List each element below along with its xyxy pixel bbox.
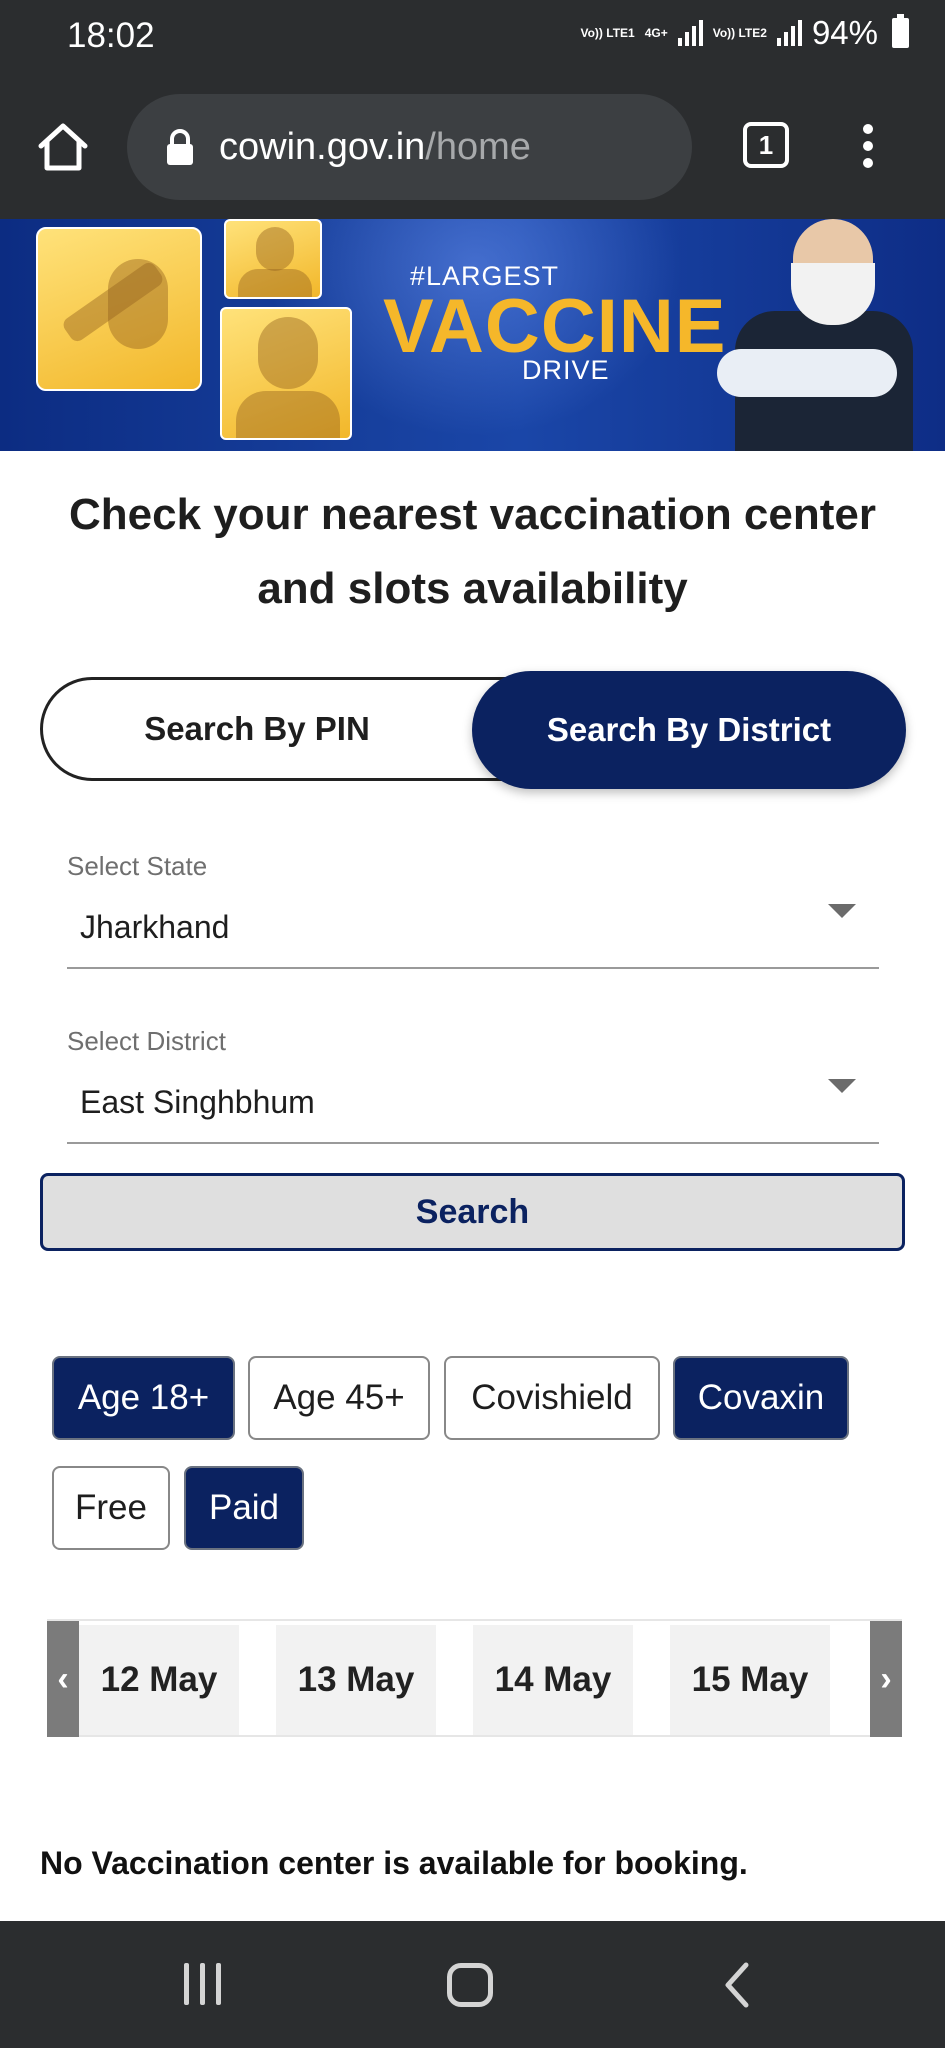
status-indicators: Vo)) LTE1 4G+ Vo)) LTE2 94% <box>580 14 909 52</box>
back-icon[interactable] <box>722 1961 752 2009</box>
url-path: /home <box>425 125 531 168</box>
banner-photo-vaccine-vial <box>36 227 202 391</box>
filter-age-45-chip[interactable]: Age 45+ <box>248 1356 430 1440</box>
banner-subtitle: DRIVE <box>522 355 610 385</box>
browser-toolbar: cowin.gov.in/home 1 <box>0 78 945 219</box>
search-button[interactable]: Search <box>40 1173 905 1251</box>
signal-icon <box>677 20 703 46</box>
hero-banner: #LARGEST VACCINE DRIVE <box>0 219 945 451</box>
filter-covishield-chip[interactable]: Covishield <box>444 1356 660 1440</box>
banner-photo-masked-woman <box>220 307 352 440</box>
signal-icon <box>776 20 802 46</box>
chevron-down-icon[interactable] <box>828 904 856 918</box>
sim1-tag: Vo)) LTE1 <box>580 26 635 40</box>
battery-percent: 94% <box>811 14 878 51</box>
filter-paid-chip[interactable]: Paid <box>184 1466 304 1550</box>
status-bar: 18:02 Vo)) LTE1 4G+ Vo)) LTE2 94% <box>0 0 945 78</box>
district-select[interactable]: East Singhbhum <box>80 1084 315 1121</box>
url-domain: cowin.gov.in <box>219 125 426 168</box>
lock-icon <box>167 129 193 165</box>
district-field-underline <box>67 1142 879 1144</box>
date-tab[interactable]: 15 May <box>670 1625 830 1735</box>
filter-age-18-chip[interactable]: Age 18+ <box>52 1356 235 1440</box>
tab-search-by-pin[interactable]: Search By PIN <box>40 677 474 781</box>
date-tab[interactable]: 12 May <box>79 1625 239 1735</box>
page-headline: Check your nearest vaccination center an… <box>69 490 876 613</box>
network-type-tag: 4G+ <box>644 26 668 40</box>
tab-switcher-button[interactable]: 1 <box>743 122 789 168</box>
chevron-right-icon[interactable]: › <box>870 1621 902 1737</box>
home-icon[interactable] <box>36 120 90 174</box>
state-field-label: Select State <box>67 851 208 881</box>
filter-free-chip[interactable]: Free <box>52 1466 170 1550</box>
overflow-menu-icon[interactable] <box>862 124 874 168</box>
banner-photo-health-worker <box>224 219 322 299</box>
tab-search-by-district[interactable]: Search By District <box>472 671 906 789</box>
home-button-icon[interactable] <box>447 1963 493 2007</box>
date-tab[interactable]: 14 May <box>473 1625 633 1735</box>
state-select[interactable]: Jharkhand <box>80 909 229 946</box>
banner-portrait <box>705 219 915 451</box>
date-carousel: ‹ 12 May 13 May 14 May 15 May › <box>47 1619 902 1737</box>
district-field-label: Select District <box>67 1026 226 1056</box>
url-text: cowin.gov.in/home <box>219 126 531 169</box>
system-navigation-bar <box>0 1921 945 2048</box>
sim2-tag: Vo)) LTE2 <box>712 26 767 40</box>
empty-state-message: No Vaccination center is available for b… <box>40 1845 748 1881</box>
chevron-down-icon[interactable] <box>828 1079 856 1093</box>
date-tab[interactable]: 13 May <box>276 1625 436 1735</box>
recent-apps-icon[interactable] <box>184 1963 221 2005</box>
state-field-underline <box>67 967 879 969</box>
chevron-left-icon[interactable]: ‹ <box>47 1621 79 1737</box>
address-bar[interactable]: cowin.gov.in/home <box>127 94 692 200</box>
filter-covaxin-chip[interactable]: Covaxin <box>673 1356 849 1440</box>
status-time: 18:02 <box>67 16 155 55</box>
battery-icon <box>892 14 909 48</box>
